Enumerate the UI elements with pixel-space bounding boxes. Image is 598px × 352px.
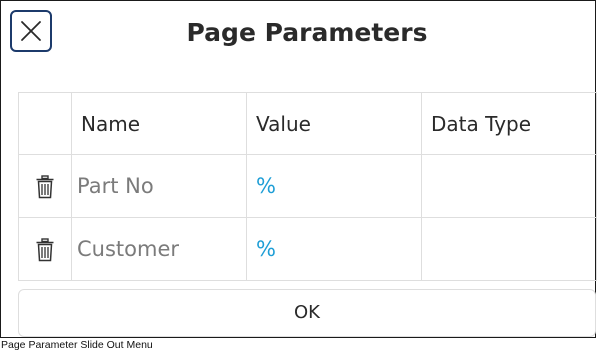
table-row: Part No % bbox=[18, 154, 597, 218]
header-value: Value bbox=[246, 92, 422, 155]
parameters-table: Name Value Data Type Part No % Customer … bbox=[18, 92, 597, 281]
trash-icon bbox=[35, 174, 55, 198]
header-name: Name bbox=[71, 92, 247, 155]
ok-button[interactable]: OK bbox=[18, 289, 596, 337]
parameter-name-field[interactable]: Customer bbox=[71, 217, 247, 281]
table-header-row: Name Value Data Type bbox=[18, 92, 597, 155]
parameter-data-type-field[interactable] bbox=[421, 154, 597, 218]
page-title: Page Parameters bbox=[186, 18, 428, 47]
page-parameters-panel: Page Parameters Name Value Data Type Par… bbox=[0, 0, 597, 338]
table-row: Customer % bbox=[18, 217, 597, 281]
header-actions bbox=[18, 92, 72, 155]
delete-parameter-button[interactable] bbox=[18, 217, 72, 281]
parameter-data-type-field[interactable] bbox=[421, 217, 597, 281]
parameter-value-field[interactable]: % bbox=[246, 217, 422, 281]
parameter-value-field[interactable]: % bbox=[246, 154, 422, 218]
parameter-name-field[interactable]: Part No bbox=[71, 154, 247, 218]
figure-caption: Page Parameter Slide Out Menu bbox=[1, 339, 153, 351]
delete-parameter-button[interactable] bbox=[18, 154, 72, 218]
header-data-type: Data Type bbox=[421, 92, 597, 155]
trash-icon bbox=[35, 237, 55, 261]
